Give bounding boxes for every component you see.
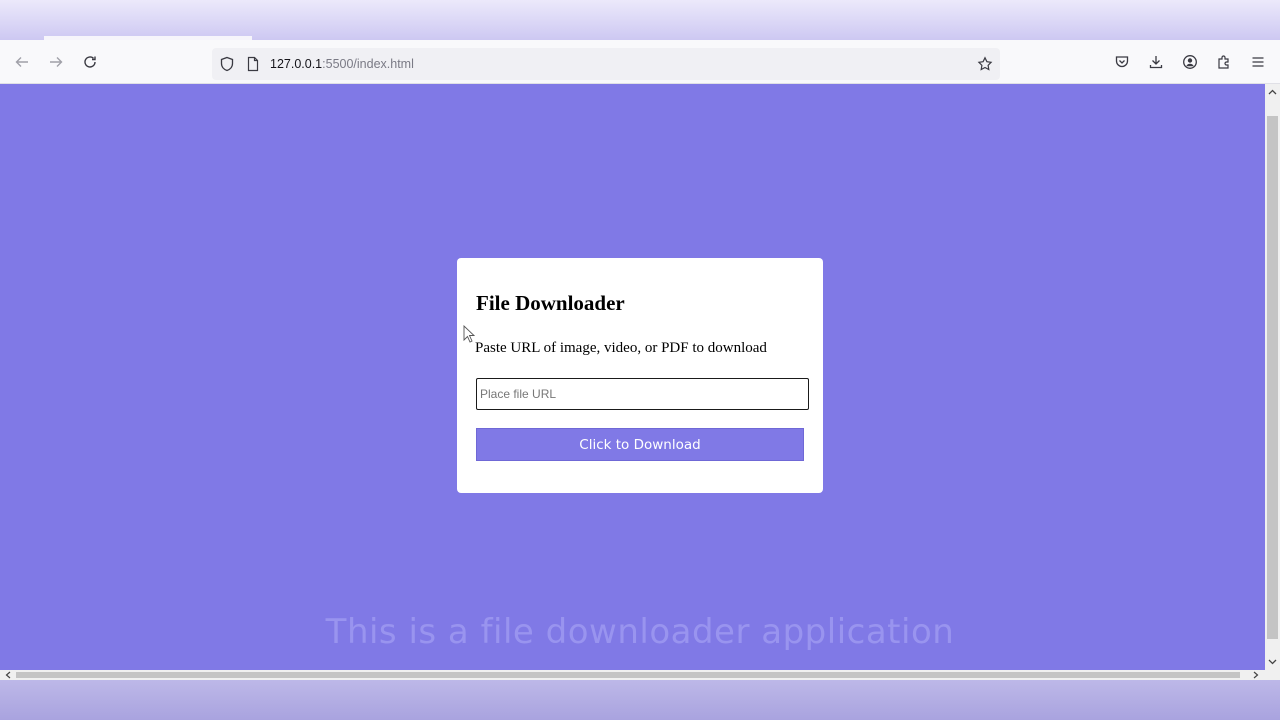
bookmark-star-icon[interactable] (975, 54, 995, 74)
scroll-right-icon[interactable] (1250, 670, 1262, 680)
horizontal-scrollbar[interactable] (0, 670, 1265, 680)
extensions-icon[interactable] (1214, 52, 1234, 72)
card-description: Paste URL of image, video, or PDF to dow… (475, 340, 767, 356)
address-bar[interactable]: 127.0.0.1:5500/index.html (212, 48, 1000, 80)
footer-caption: This is a file downloader application (325, 612, 955, 652)
window-frame-top (0, 0, 1280, 40)
url-host: 127.0.0.1 (270, 57, 323, 71)
page-viewport: File Downloader Paste URL of image, vide… (0, 84, 1265, 670)
account-icon[interactable] (1180, 52, 1200, 72)
mouse-cursor-icon (463, 325, 475, 343)
menu-icon[interactable] (1248, 52, 1268, 72)
page-icon (243, 54, 263, 74)
downloader-card: File Downloader Paste URL of image, vide… (457, 258, 823, 493)
vertical-scrollbar[interactable] (1265, 84, 1280, 670)
file-url-input[interactable] (476, 378, 809, 410)
shield-icon[interactable] (217, 54, 237, 74)
url-text[interactable]: 127.0.0.1:5500/index.html (270, 57, 414, 71)
scroll-up-icon[interactable] (1267, 86, 1278, 98)
url-path: :5500/index.html (322, 57, 414, 71)
pocket-icon[interactable] (1112, 52, 1132, 72)
scroll-down-icon[interactable] (1267, 656, 1278, 668)
vertical-scroll-thumb[interactable] (1267, 116, 1278, 639)
download-icon[interactable] (1146, 52, 1166, 72)
horizontal-scroll-thumb[interactable] (16, 672, 1240, 678)
scroll-left-icon[interactable] (2, 670, 14, 680)
browser-toolbar: 127.0.0.1:5500/index.html (0, 40, 1280, 84)
window-frame-bottom (0, 680, 1280, 720)
card-title: File Downloader (476, 291, 625, 315)
reload-icon[interactable] (80, 52, 100, 72)
scrollbar-corner (1265, 670, 1280, 680)
back-arrow-icon[interactable] (12, 52, 32, 72)
forward-arrow-icon[interactable] (46, 52, 66, 72)
download-button[interactable]: Click to Download (476, 428, 804, 461)
